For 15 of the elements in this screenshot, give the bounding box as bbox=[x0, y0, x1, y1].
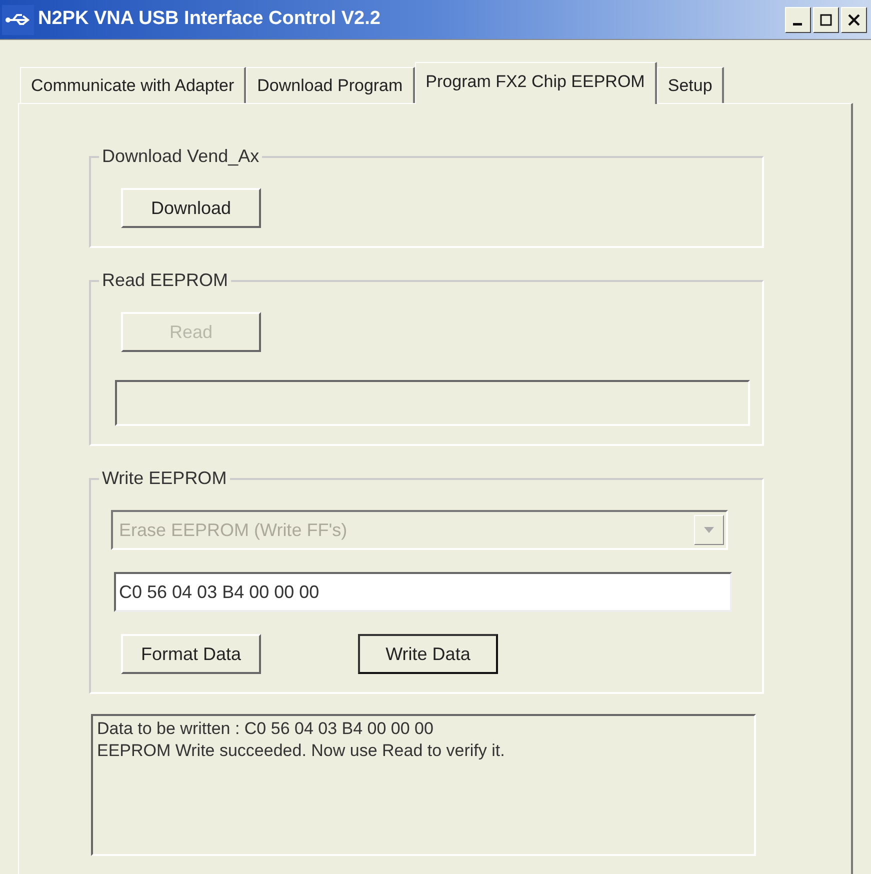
tab[interactable]: Download Program bbox=[246, 67, 415, 103]
maximize-icon[interactable] bbox=[813, 6, 839, 32]
tab[interactable]: Program FX2 Chip EEPROM bbox=[414, 62, 657, 104]
minimize-icon[interactable] bbox=[785, 6, 811, 32]
tab[interactable]: Setup bbox=[656, 67, 724, 103]
log-line: EEPROM Write succeeded. Now use Read to verify it. bbox=[97, 740, 506, 762]
tab[interactable]: Communicate with Adapter bbox=[20, 67, 246, 103]
push-button[interactable]: Write Data bbox=[358, 634, 498, 674]
push-button[interactable]: Format Data bbox=[121, 634, 261, 674]
usb-icon bbox=[2, 4, 34, 34]
log-line: Data to be written : C0 56 04 03 B4 00 00 00 bbox=[97, 718, 434, 740]
input-field[interactable]: C0 56 04 03 B4 00 00 00 bbox=[114, 572, 732, 612]
close-icon[interactable] bbox=[841, 6, 867, 32]
push-button[interactable]: Download bbox=[121, 188, 261, 228]
window-title: N2PK VNA USB Interface Control V2.2 bbox=[38, 7, 380, 32]
